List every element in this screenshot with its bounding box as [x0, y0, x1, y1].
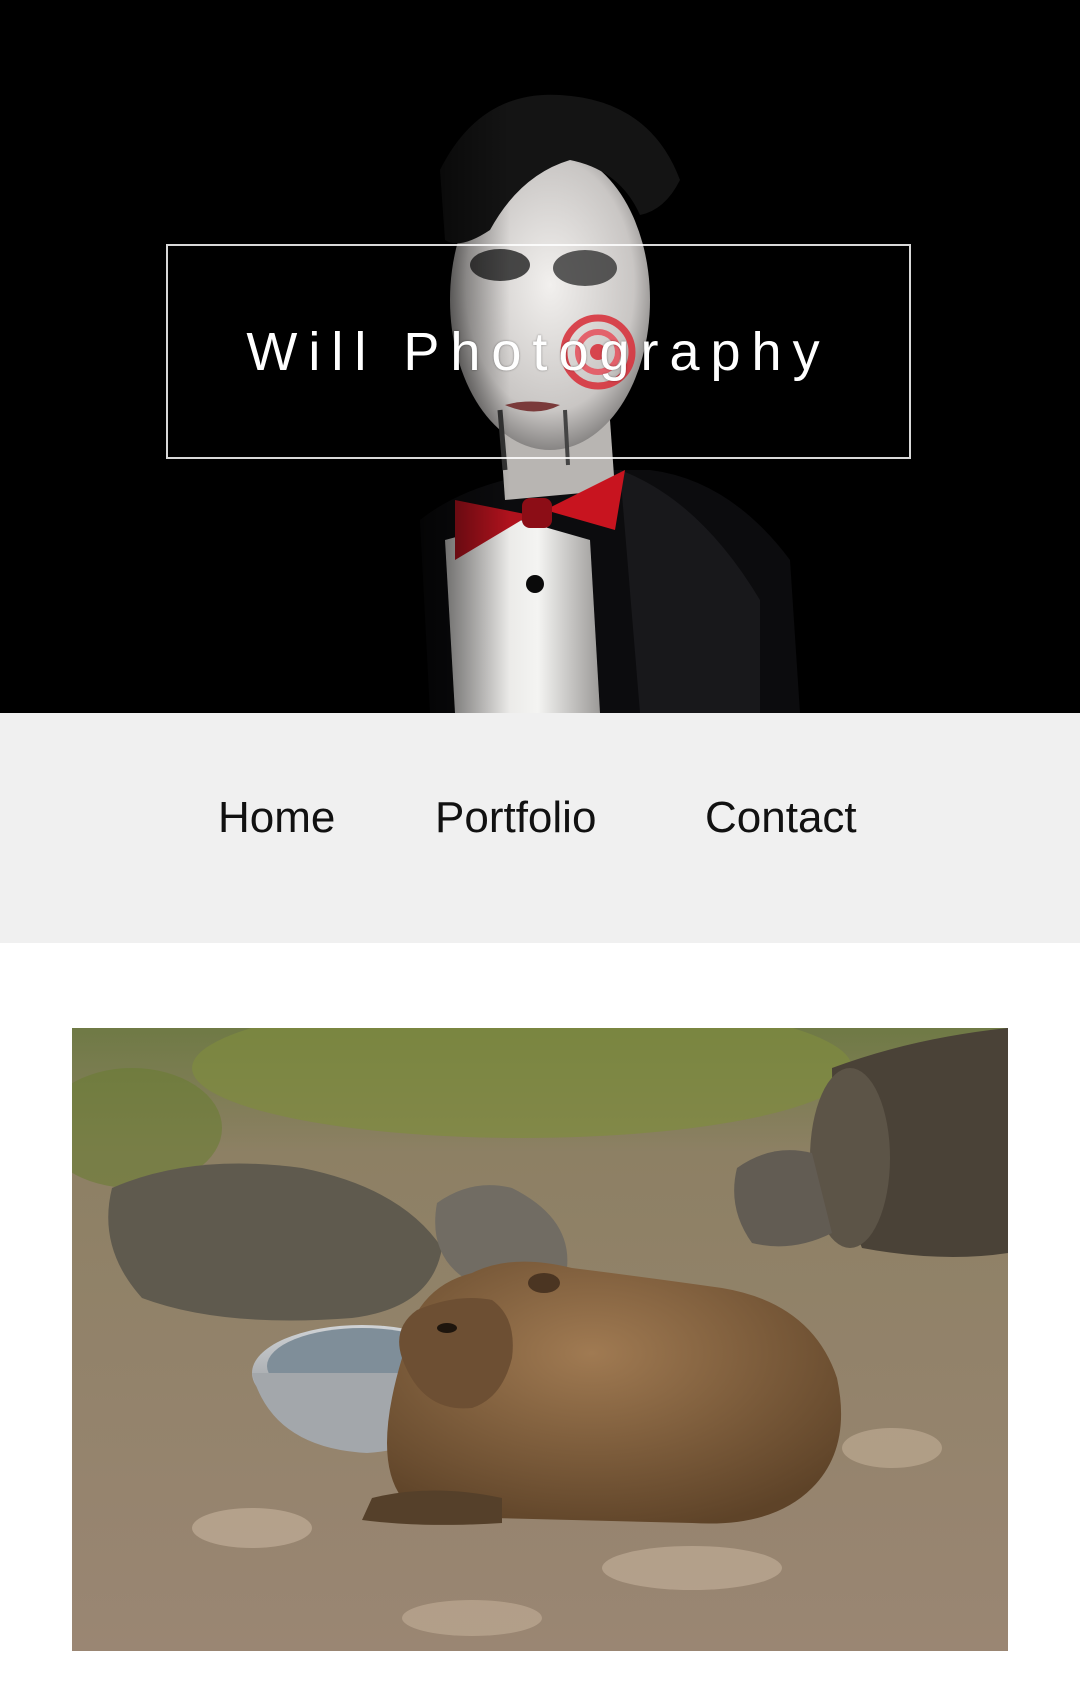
site-title: Will Photography [246, 321, 831, 382]
nav-link-contact[interactable]: Contact [705, 793, 857, 843]
featured-photo[interactable] [72, 1028, 1008, 1651]
hero-banner: Will Photography [0, 0, 1080, 713]
nav-link-home[interactable]: Home [218, 793, 335, 843]
main-navigation: Home Portfolio Contact [0, 713, 1080, 943]
nav-link-portfolio[interactable]: Portfolio [435, 793, 596, 843]
site-title-frame: Will Photography [166, 244, 911, 459]
capybara-photo-image [72, 1028, 1008, 1651]
